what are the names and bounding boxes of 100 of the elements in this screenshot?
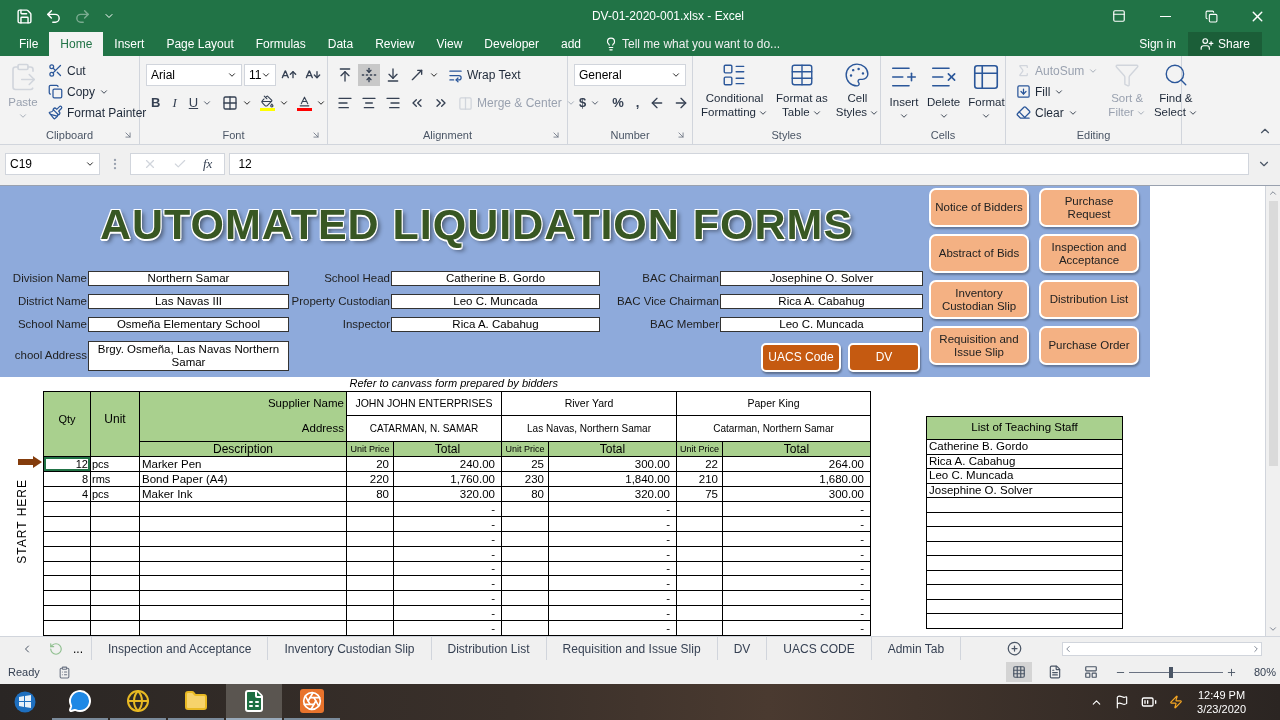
clock-time: 12:49 PM <box>1198 688 1246 702</box>
action-button[interactable]: UACS Code <box>761 342 841 372</box>
insert-button[interactable]: Insert <box>887 60 921 121</box>
nav-button[interactable]: Purchase Order <box>1039 326 1139 365</box>
flag-icon[interactable] <box>1115 695 1130 709</box>
supplier-address: CATARMAN, N. SAMAR <box>346 415 502 442</box>
add-sheet-icon[interactable] <box>1007 641 1023 656</box>
field-value: Josephine O. Solver <box>720 271 923 287</box>
action-button[interactable]: DV <box>848 342 920 372</box>
clear-button[interactable]: Clear <box>1012 102 1103 123</box>
nav-button[interactable]: Inspection and Acceptance <box>1039 234 1139 273</box>
ribbon-tab[interactable]: Home <box>49 32 104 56</box>
format-button[interactable]: Format <box>966 60 1007 121</box>
spark-icon[interactable] <box>1169 695 1184 709</box>
ribbon-tab[interactable]: View <box>425 32 474 56</box>
more-sheets-button[interactable]: ... <box>73 639 91 658</box>
macro-record-icon[interactable] <box>57 665 71 679</box>
dialog-launcher-icon[interactable] <box>551 130 561 140</box>
percent-button[interactable]: % <box>607 92 629 114</box>
table-cell: - <box>722 516 871 532</box>
table-cell: - <box>548 531 677 547</box>
caret-icon <box>671 70 681 80</box>
folder-icon <box>184 689 208 713</box>
table-cell: - <box>393 546 502 561</box>
aperture-icon <box>300 689 324 713</box>
table-cell: - <box>393 516 502 532</box>
save-button[interactable] <box>16 7 33 25</box>
dialog-launcher-icon[interactable] <box>676 130 686 140</box>
sigma-icon <box>1016 63 1031 78</box>
ribbon-tab[interactable]: Review <box>364 32 426 56</box>
nav-button[interactable]: Notice of Bidders <box>929 188 1029 227</box>
name-box[interactable]: C19 <box>5 153 100 175</box>
function-button[interactable]: fx <box>203 154 213 174</box>
zoom-slider[interactable] <box>1128 666 1223 678</box>
dialog-launcher-icon[interactable] <box>123 130 133 140</box>
field-label: School Head <box>324 271 390 286</box>
staff-name: Leo C. Muncada <box>926 469 1123 484</box>
middle-align-button[interactable] <box>358 64 380 86</box>
palette-icon <box>844 62 871 88</box>
ribbon-tab[interactable]: Formulas <box>244 32 317 56</box>
cell-styles-button[interactable]: Cell Styles <box>833 60 882 119</box>
italic-button[interactable]: I <box>167 92 182 114</box>
caret-icon <box>227 70 237 80</box>
dialog-launcher-icon[interactable] <box>311 130 321 140</box>
conditional-formatting-button[interactable]: Conditional Formatting <box>699 60 770 119</box>
table-cell: - <box>722 575 871 591</box>
table-cell: 230 <box>501 471 549 487</box>
nav-button[interactable]: Distribution List <box>1039 280 1139 319</box>
table-cell: 22 <box>676 457 723 472</box>
share-button[interactable]: Share <box>1187 32 1262 56</box>
table-cell: - <box>722 620 871 636</box>
nav-button[interactable]: Abstract of Bids <box>929 234 1029 273</box>
table-cell: 320.00 <box>393 486 502 502</box>
font-size-field[interactable]: 11 <box>244 64 277 86</box>
battery-icon[interactable] <box>1141 694 1158 710</box>
nav-button[interactable]: Requisition and Issue Slip <box>929 326 1029 365</box>
group-label: Cells <box>930 127 956 143</box>
number-format-field[interactable]: General <box>574 64 686 86</box>
nav-button[interactable]: Purchase Request <box>1039 188 1139 227</box>
caret-icon <box>85 159 95 169</box>
zoom-in-icon[interactable] <box>1225 666 1237 678</box>
table-cell: 25 <box>501 457 549 472</box>
group-label: Font <box>222 127 245 143</box>
taskbar-app-button[interactable] <box>226 684 282 720</box>
underline-button[interactable]: U <box>183 92 218 114</box>
comma-button[interactable]: , <box>630 92 645 114</box>
format-as-table-button[interactable]: Format as Table <box>773 60 830 119</box>
delete-button[interactable]: Delete <box>925 60 963 121</box>
ribbon-tab[interactable]: Data <box>316 32 365 56</box>
wrap-text-button[interactable]: Wrap Text <box>444 64 525 86</box>
find-select-button[interactable]: Find & Select <box>1151 60 1200 119</box>
staff-list-title: List of Teaching Staff <box>926 416 1123 440</box>
zoom-thumb[interactable] <box>1169 666 1174 678</box>
fill-button[interactable]: Fill <box>1012 81 1103 102</box>
tell-me-field[interactable]: Tell me what you want to do... <box>622 35 813 53</box>
eraser-icon <box>1016 105 1031 120</box>
table-cell: - <box>548 620 677 636</box>
sign-in-link[interactable]: Sign in <box>1127 32 1188 56</box>
field-value: Catherine B. Gordo <box>391 271 600 287</box>
table-cell: - <box>548 516 677 532</box>
font-field[interactable]: Arial <box>146 64 242 86</box>
row-header: Address <box>139 415 347 442</box>
ribbon-tab[interactable]: Page Layout <box>155 32 245 56</box>
ribbon-tab[interactable]: Insert <box>103 32 156 56</box>
field-label: Inspector <box>342 316 390 332</box>
table-cell: Marker Pen <box>139 457 347 472</box>
formula-field[interactable]: 12 <box>229 153 1249 175</box>
undo-button[interactable] <box>45 7 62 25</box>
normal-view-button[interactable] <box>1005 662 1032 682</box>
ribbon-tab[interactable]: Developer <box>473 32 550 56</box>
vertical-scrollbar[interactable] <box>1265 186 1280 636</box>
table-cell: rms <box>90 471 140 487</box>
nav-button[interactable]: Inventory Custodian Slip <box>929 280 1029 319</box>
ribbon-tab[interactable]: add <box>550 32 593 56</box>
table-cell: - <box>548 561 677 576</box>
status-text: Ready <box>8 664 40 680</box>
banner-title: AUTOMATED LIQUIDATION FORMS <box>99 198 854 250</box>
table-cell: 80 <box>346 486 394 502</box>
save-icon <box>16 7 33 25</box>
ribbon-tab[interactable]: File <box>8 32 50 56</box>
